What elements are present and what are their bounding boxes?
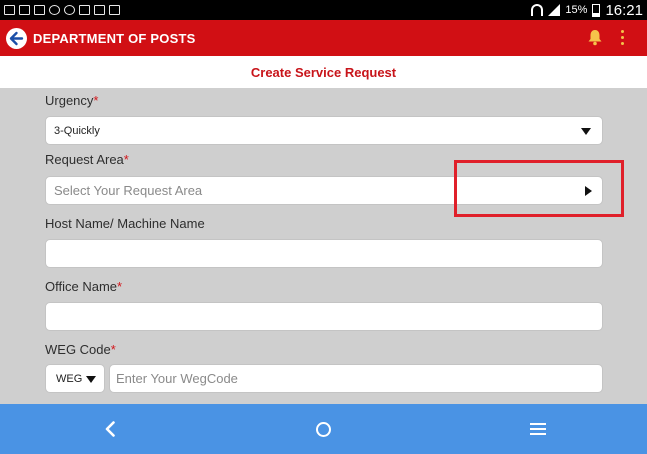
gallery-icon (94, 5, 105, 15)
battery-percent: 15% (565, 4, 588, 16)
chevron-down-icon (581, 128, 591, 135)
status-bar-notification-icons (4, 5, 120, 15)
urgency-label-text: Urgency (45, 93, 94, 108)
request-area-label-text: Request Area (45, 152, 124, 167)
back-arrow-icon (9, 31, 24, 45)
request-area-placeholder: Select Your Request Area (54, 183, 203, 198)
whatsapp-icon (49, 5, 60, 15)
required-mark: * (93, 93, 99, 108)
office-name-label: Office Name* (45, 279, 122, 294)
mail-icon (19, 5, 30, 15)
highlight-annotation-box (454, 160, 624, 217)
page-header: Create Service Request (0, 56, 647, 88)
weg-code-input[interactable]: Enter Your WegCode (109, 364, 603, 393)
bell-icon[interactable] (587, 29, 603, 51)
nav-home-icon[interactable] (293, 404, 353, 454)
host-name-label: Host Name/ Machine Name (45, 216, 205, 231)
battery-icon (592, 3, 601, 17)
page-title: Create Service Request (250, 64, 397, 80)
screenshot-icon (79, 5, 90, 15)
urgency-select[interactable]: 3-Quickly (45, 116, 603, 145)
overflow-menu-icon[interactable] (621, 30, 624, 45)
signal-icon (548, 4, 561, 16)
mail-alt-icon (109, 5, 120, 15)
request-area-label: Request Area* (45, 152, 129, 167)
back-icon[interactable] (6, 27, 27, 49)
urgency-label: Urgency* (45, 93, 98, 108)
news-icon (4, 5, 15, 15)
weg-code-label-text: WEG Code (45, 342, 111, 357)
required-mark: * (117, 279, 123, 294)
weg-code-prefix-value: WEG (56, 372, 83, 385)
nav-back-icon[interactable] (80, 404, 140, 454)
required-mark: * (110, 342, 116, 357)
urgency-value: 3-Quickly (54, 124, 100, 137)
screen: 15% 16:21 DEPARTMENT OF POSTS Create Ser… (0, 0, 647, 454)
status-bar: 15% 16:21 (0, 0, 647, 20)
app-title: DEPARTMENT OF POSTS (33, 30, 196, 46)
navigation-bar (0, 404, 647, 454)
office-name-input[interactable] (45, 302, 603, 331)
clock: 16:21 (605, 1, 643, 19)
weg-code-label: WEG Code* (45, 342, 116, 357)
signal-app-icon (64, 5, 75, 15)
app-bar: DEPARTMENT OF POSTS (0, 20, 647, 56)
status-bar-system: 15% 16:21 (531, 2, 643, 19)
weg-code-prefix-select[interactable]: WEG (45, 364, 105, 393)
wifi-icon (531, 4, 544, 16)
office-name-label-text: Office Name (45, 279, 118, 294)
required-mark: * (123, 152, 129, 167)
chevron-down-icon (86, 376, 96, 383)
weg-code-placeholder: Enter Your WegCode (116, 371, 238, 386)
host-name-input[interactable] (45, 239, 603, 268)
usb-icon (34, 5, 45, 15)
nav-menu-icon[interactable] (508, 404, 568, 454)
